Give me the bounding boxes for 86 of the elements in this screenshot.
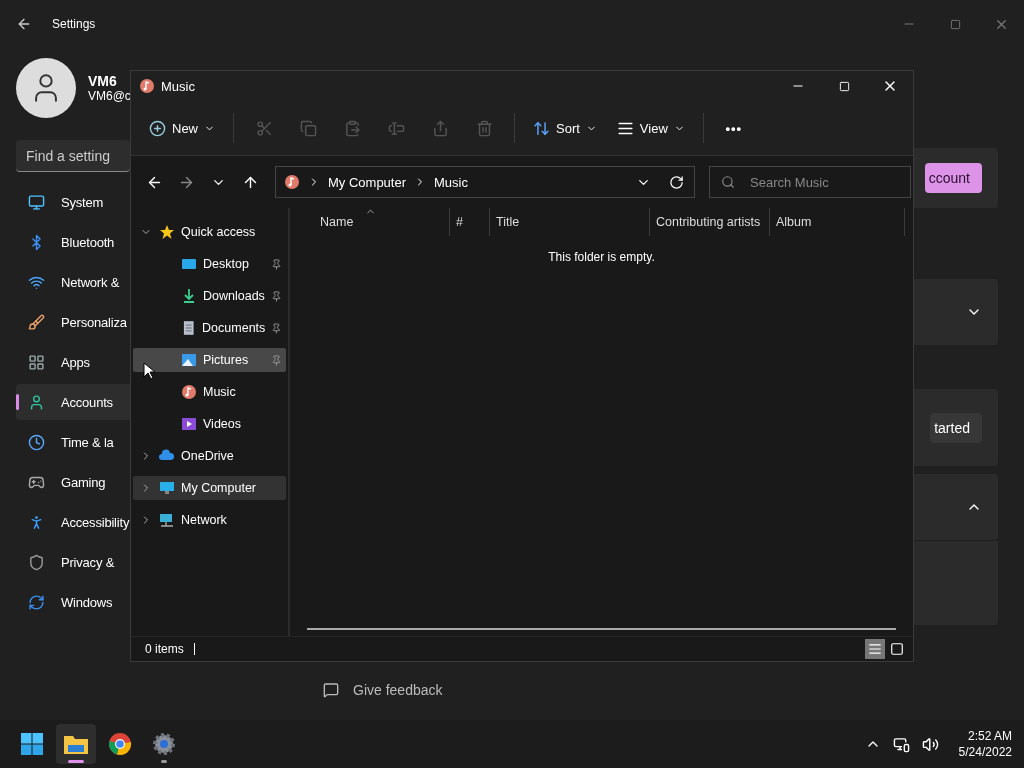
desktop-icon bbox=[181, 256, 197, 272]
column-header[interactable]: Album bbox=[770, 208, 905, 236]
taskbar-app[interactable] bbox=[56, 724, 96, 764]
music-icon bbox=[139, 78, 155, 94]
network-computer-icon bbox=[159, 512, 175, 528]
breadcrumb[interactable]: Music bbox=[434, 174, 468, 190]
address-bar[interactable]: My Computer Music bbox=[275, 166, 695, 198]
column-header[interactable]: Name bbox=[290, 208, 450, 236]
picture-icon bbox=[181, 352, 197, 368]
download-icon bbox=[181, 288, 197, 304]
nav-item[interactable]: Bluetooth bbox=[16, 224, 130, 260]
browser-icon bbox=[108, 732, 132, 756]
nav-item[interactable]: Gaming bbox=[16, 464, 130, 500]
sort-icon bbox=[533, 119, 550, 137]
feedback-link[interactable]: Give feedback bbox=[353, 682, 443, 698]
trash-icon bbox=[475, 119, 493, 137]
square-icon bbox=[890, 642, 904, 656]
user-email: VM6@c bbox=[88, 89, 131, 103]
nav-item[interactable]: Accessibility bbox=[16, 504, 130, 540]
nav-item[interactable]: Windows bbox=[16, 584, 130, 620]
personalization-icon bbox=[28, 313, 45, 331]
card-button[interactable]: ccount bbox=[924, 163, 982, 193]
nav-item[interactable]: Accounts bbox=[16, 384, 130, 420]
accounts-icon bbox=[28, 393, 45, 411]
new-button[interactable]: New bbox=[141, 111, 223, 145]
network-icon bbox=[892, 735, 910, 753]
search-field[interactable]: Search Music bbox=[709, 166, 911, 198]
nav-item[interactable]: System bbox=[16, 184, 130, 220]
tree-item[interactable]: Pictures bbox=[133, 348, 286, 372]
clock-date: 5/24/2022 bbox=[958, 745, 1012, 759]
breadcrumb[interactable]: My Computer bbox=[328, 174, 407, 190]
music-icon bbox=[181, 384, 197, 400]
card-button[interactable]: tarted bbox=[930, 412, 982, 443]
star-icon bbox=[159, 224, 175, 240]
nav-item[interactable]: Network & bbox=[16, 264, 130, 300]
update-icon bbox=[28, 593, 45, 611]
video-icon bbox=[181, 416, 197, 432]
maximize-icon bbox=[838, 80, 850, 92]
tree-item[interactable]: Network bbox=[133, 508, 286, 532]
window-title: Settings bbox=[52, 17, 96, 31]
system-icon bbox=[28, 193, 45, 211]
nav-item[interactable]: Personaliza bbox=[16, 304, 130, 340]
column-header[interactable]: Contributing artists bbox=[650, 208, 770, 236]
back-icon bbox=[16, 16, 32, 32]
refresh-icon bbox=[669, 174, 684, 190]
search-icon bbox=[721, 175, 735, 189]
maximize-icon bbox=[949, 18, 961, 30]
nav-item[interactable]: Privacy & bbox=[16, 544, 130, 580]
mouse-cursor-icon bbox=[143, 362, 155, 380]
rename-icon bbox=[387, 119, 405, 137]
tree-item[interactable]: Downloads bbox=[133, 284, 286, 308]
user-name: VM6 bbox=[88, 73, 118, 89]
tree-item[interactable]: Desktop bbox=[133, 252, 286, 276]
column-header[interactable]: # bbox=[450, 208, 490, 236]
clock-time: 2:52 AM bbox=[967, 729, 1012, 743]
more-button[interactable]: ••• bbox=[713, 111, 754, 145]
apps-icon bbox=[28, 353, 45, 371]
window-title: Music bbox=[161, 78, 195, 94]
privacy-icon bbox=[28, 553, 45, 571]
windows-logo-icon bbox=[20, 732, 44, 756]
view-button[interactable]: View bbox=[608, 111, 693, 145]
tree-item[interactable]: My Computer bbox=[133, 476, 286, 500]
tree-item[interactable]: Quick access bbox=[133, 220, 286, 244]
computer-icon bbox=[159, 480, 175, 496]
tree-item[interactable]: Music bbox=[133, 380, 286, 404]
new-icon bbox=[149, 119, 166, 137]
column-header[interactable]: Title bbox=[490, 208, 650, 236]
time-icon bbox=[28, 433, 45, 451]
item-count: 0 items bbox=[145, 642, 184, 656]
music-icon bbox=[284, 174, 300, 190]
tree-item[interactable]: Documents bbox=[133, 316, 286, 340]
copy-icon bbox=[299, 119, 317, 137]
empty-message: This folder is empty. bbox=[548, 250, 655, 264]
gear-icon bbox=[152, 732, 176, 756]
volume-icon bbox=[921, 735, 939, 753]
feedback-icon bbox=[323, 682, 339, 698]
paste-icon bbox=[343, 119, 361, 137]
scissors-icon bbox=[255, 119, 273, 137]
nav-item[interactable]: Time & la bbox=[16, 424, 130, 460]
list-icon bbox=[868, 642, 882, 656]
tree-item[interactable]: Videos bbox=[133, 412, 286, 436]
search-field[interactable]: Find a setting bbox=[16, 140, 130, 172]
tree-item[interactable]: OneDrive bbox=[133, 444, 286, 468]
nav-item[interactable]: Apps bbox=[16, 344, 130, 380]
sort-button[interactable]: Sort bbox=[525, 111, 605, 145]
share-icon bbox=[431, 119, 449, 137]
